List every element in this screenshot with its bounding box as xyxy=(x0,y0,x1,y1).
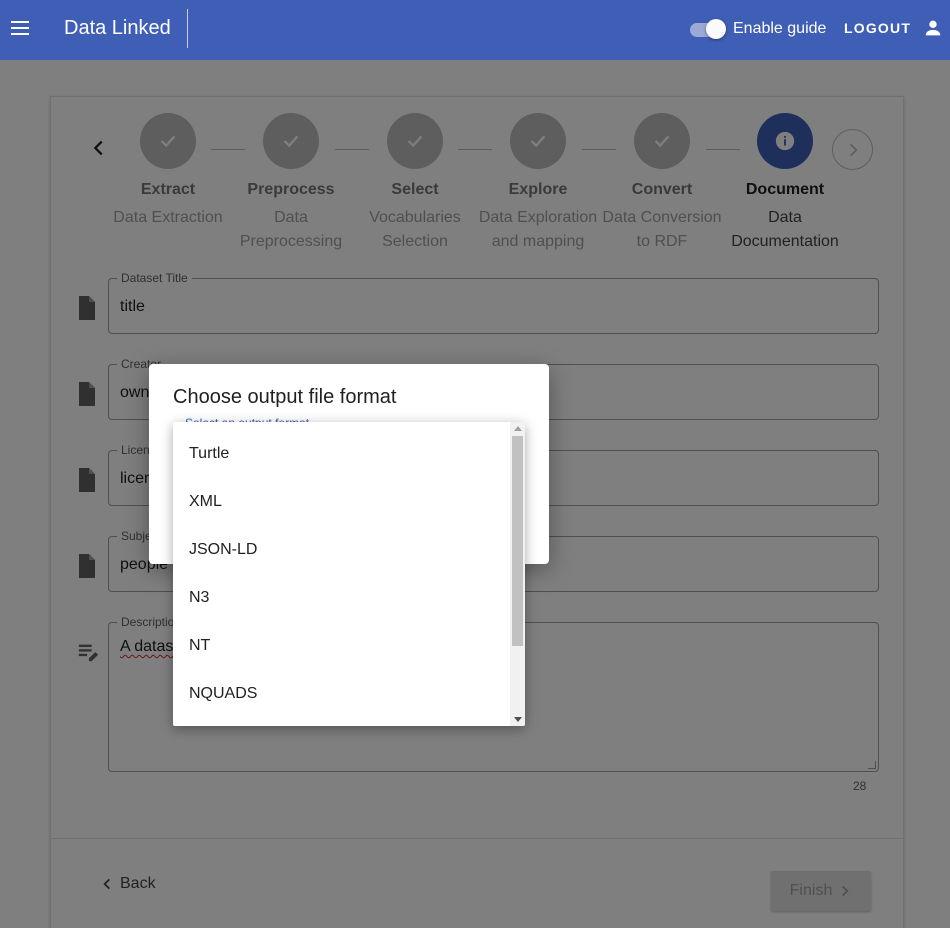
account-icon[interactable] xyxy=(922,17,944,39)
scroll-thumb[interactable] xyxy=(512,436,523,646)
dialog-title: Choose output file format xyxy=(173,386,397,408)
title-divider xyxy=(187,9,188,48)
dropdown-scrollbar[interactable] xyxy=(510,422,525,726)
option-n3[interactable]: N3 xyxy=(173,574,510,622)
scroll-up-arrow-icon[interactable] xyxy=(514,426,522,431)
app-bar: Data Linked Enable guide LOGOUT xyxy=(0,0,950,60)
guide-toggle-label: Enable guide xyxy=(733,20,827,37)
logout-button[interactable]: LOGOUT xyxy=(844,20,911,36)
option-turtle[interactable]: Turtle xyxy=(173,430,510,478)
option-xml[interactable]: XML xyxy=(173,478,510,526)
option-nt[interactable]: NT xyxy=(173,622,510,670)
app-title: Data Linked xyxy=(64,17,171,39)
scroll-down-arrow-icon[interactable] xyxy=(514,717,522,722)
format-select-dropdown[interactable]: Turtle XML JSON-LD N3 NT NQUADS xyxy=(173,422,525,726)
menu-icon[interactable] xyxy=(8,16,32,40)
option-nquads[interactable]: NQUADS xyxy=(173,670,510,718)
guide-toggle[interactable] xyxy=(688,19,728,39)
option-json-ld[interactable]: JSON-LD xyxy=(173,526,510,574)
